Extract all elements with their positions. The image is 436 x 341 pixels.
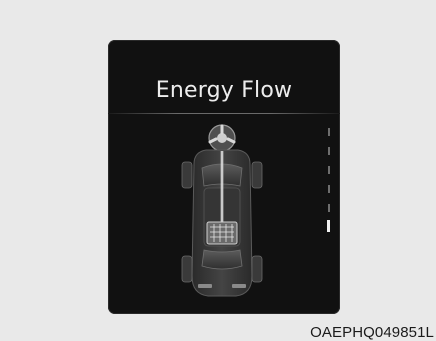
motor-icon: [208, 124, 236, 152]
gauge-segment-active: [327, 220, 330, 232]
gauge-segment: [328, 128, 330, 136]
battery-icon: [206, 221, 238, 245]
gauge-segment: [328, 185, 330, 193]
energy-flow-screen: Energy Flow: [108, 40, 340, 314]
gauge-segment: [328, 147, 330, 155]
gauge-segment: [328, 204, 330, 212]
energy-level-gauge: [326, 128, 332, 278]
title-divider: [108, 113, 340, 114]
figure-caption: OAEPHQ049851L: [310, 324, 434, 341]
gauge-segment: [328, 166, 330, 174]
car-topview-icon: [181, 124, 263, 297]
screen-title: Energy Flow: [155, 78, 293, 103]
